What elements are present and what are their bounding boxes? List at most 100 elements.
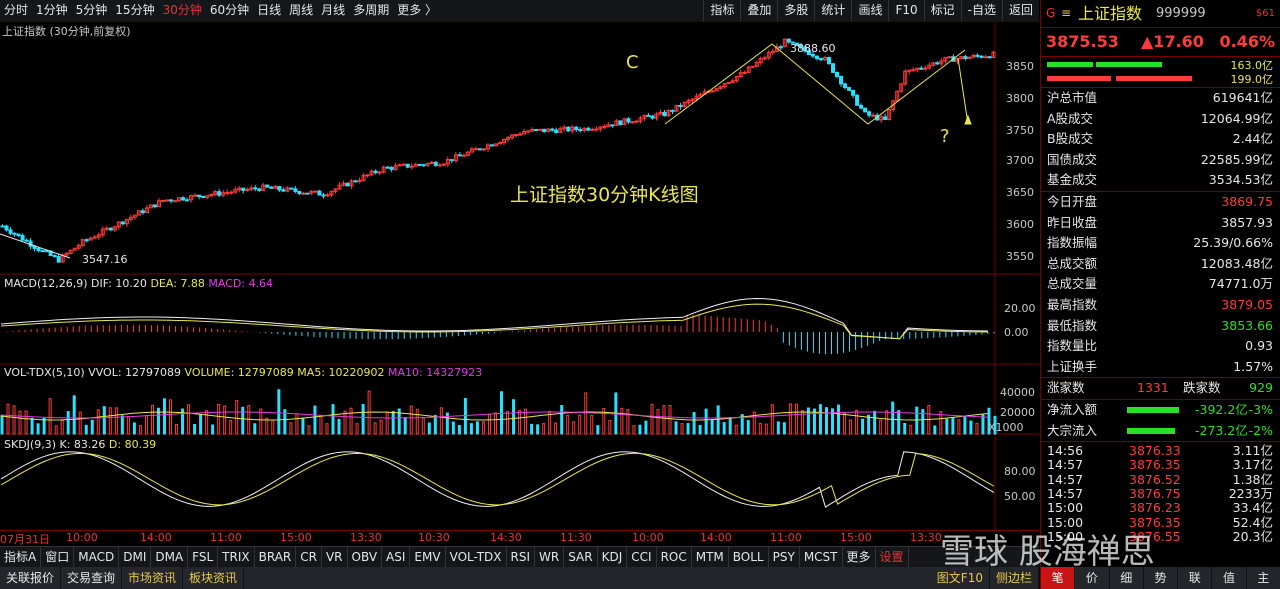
volume-bar xyxy=(379,419,383,435)
volume-bar xyxy=(361,403,365,435)
indicator-tab-22[interactable]: PSY xyxy=(769,547,800,567)
period-tab-9[interactable]: 多周期 xyxy=(349,0,393,21)
indicator-tab-21[interactable]: BOLL xyxy=(729,547,769,567)
period-tab-5[interactable]: 60分钟 xyxy=(206,0,253,21)
indicator-tab-8[interactable]: CR xyxy=(296,547,322,567)
indicator-tab-4[interactable]: DMA xyxy=(151,547,189,567)
time-axis-label: 07月31日 xyxy=(0,533,50,546)
candlestick-body xyxy=(289,187,294,190)
toolbar-right-8[interactable]: 返回 xyxy=(1001,0,1039,21)
volume-bar xyxy=(493,412,497,435)
period-tab-2[interactable]: 5分钟 xyxy=(72,0,112,21)
kline-chart-canvas[interactable] xyxy=(0,22,1039,530)
stat-label: 指数振幅 xyxy=(1047,235,1098,251)
volume-bar xyxy=(235,400,239,435)
tick-time: 15:00 xyxy=(1047,500,1084,516)
stat-row: 今日开盘 3869.75 xyxy=(1041,192,1280,213)
candlestick-body xyxy=(301,192,306,195)
period-tab-6[interactable]: 日线 xyxy=(253,0,285,21)
toolbar-right-7[interactable]: -自选 xyxy=(960,0,1002,21)
volume-bar xyxy=(0,415,4,435)
volume-bar xyxy=(144,414,148,435)
indicator-tab-14[interactable]: RSI xyxy=(507,547,536,567)
buy-sell-volume-bars: 163.0亿 199.0亿 xyxy=(1041,57,1280,88)
indicator-tab-0[interactable]: 指标A xyxy=(0,547,42,567)
indicator-tab-20[interactable]: MTM xyxy=(692,547,729,567)
indicator-tab-5[interactable]: FSL xyxy=(188,547,219,567)
candlestick-body xyxy=(578,129,583,132)
index-tag: $61 xyxy=(1255,8,1275,19)
volume-bar xyxy=(84,424,88,435)
toolbar-right-3[interactable]: 统计 xyxy=(814,0,851,21)
toolbar-right-5[interactable]: F10 xyxy=(888,0,923,21)
toolbar-right-1[interactable]: 叠加 xyxy=(740,0,777,21)
tick-price: 3876.35 xyxy=(1129,457,1181,473)
vol-axis-label: 40000 xyxy=(1000,386,1035,399)
price-row: 3875.53 ▲17.60 0.46% xyxy=(1041,28,1280,57)
time-axis: 07月31日 10:00 14:00 11:00 15:00 13:30 10:30 14:3… xyxy=(0,530,1039,546)
volume-bar xyxy=(897,410,901,435)
candlestick-body xyxy=(461,154,466,157)
sell-volume-bar-2 xyxy=(1116,76,1192,81)
indicator-tab-9[interactable]: VR xyxy=(322,547,348,567)
volume-bar xyxy=(162,398,166,435)
candlestick-body xyxy=(169,199,174,202)
indicator-tab-7[interactable]: BRAR xyxy=(255,547,297,567)
period-tab-8[interactable]: 月线 xyxy=(317,0,349,21)
candlestick-body xyxy=(975,54,980,57)
period-tab-7[interactable]: 周线 xyxy=(285,0,317,21)
volume-bar xyxy=(373,422,377,435)
volume-bar xyxy=(289,422,293,435)
stat-label: 国债成交 xyxy=(1047,151,1098,167)
volume-bar xyxy=(728,416,732,435)
indicator-tab-23[interactable]: MCST xyxy=(800,547,843,567)
period-tab-10[interactable]: 更多 〉 xyxy=(393,0,441,21)
menu-icon[interactable]: ≡ xyxy=(1061,0,1071,27)
indicator-tab-24[interactable]: 更多 xyxy=(843,547,876,567)
toolbar-right-6[interactable]: 标记 xyxy=(923,0,961,21)
candlestick-body xyxy=(574,126,579,131)
bottom-tab-3[interactable]: 板块资讯 xyxy=(183,567,245,589)
volume-bar xyxy=(788,403,792,435)
toolbar-right-4[interactable]: 画线 xyxy=(851,0,888,21)
side-footer-tab-6[interactable]: 主 xyxy=(1247,567,1280,589)
indicator-tab-17[interactable]: KDJ xyxy=(598,547,628,567)
price-axis-label: 3550 xyxy=(1006,250,1034,263)
indicator-tab-2[interactable]: MACD xyxy=(74,547,120,567)
price-axis-label: 3700 xyxy=(1006,154,1034,167)
candlestick-body xyxy=(353,180,358,183)
toolbar-right-0[interactable]: 指标 xyxy=(703,0,740,21)
indicator-tab-12[interactable]: EMV xyxy=(410,547,446,567)
candlestick-body xyxy=(670,109,675,112)
indicator-tab-11[interactable]: ASI xyxy=(382,547,411,567)
indicator-tab-19[interactable]: ROC xyxy=(657,547,692,567)
toolbar-right-2[interactable]: 多股 xyxy=(777,0,814,21)
indicator-tab-10[interactable]: OBV xyxy=(348,547,383,567)
volume-bar xyxy=(325,423,329,435)
indicator-tab-18[interactable]: CCI xyxy=(627,547,657,567)
bottom-tab-1[interactable]: 交易查询 xyxy=(61,567,123,589)
candlestick-body xyxy=(160,199,165,202)
candlestick-body xyxy=(947,56,952,59)
bottom-tab-0[interactable]: 关联报价 xyxy=(0,567,62,589)
period-tab-1[interactable]: 1分钟 xyxy=(32,0,72,21)
indicator-tab-3[interactable]: DMI xyxy=(119,547,152,567)
period-tab-4[interactable]: 30分钟 xyxy=(159,0,206,21)
bottom-tab-2[interactable]: 市场资讯 xyxy=(122,567,184,589)
indicator-tab-15[interactable]: WR xyxy=(535,547,565,567)
volume-bar xyxy=(885,410,889,435)
side-footer-tab-4[interactable]: 联 xyxy=(1178,567,1213,589)
candlestick-body xyxy=(8,229,13,234)
volume-bar xyxy=(518,410,522,435)
indicator-tab-25[interactable]: 设置 xyxy=(876,547,909,567)
period-tab-0[interactable]: 分时 xyxy=(0,0,32,21)
indicator-tab-13[interactable]: VOL-TDX xyxy=(446,547,507,567)
indicator-tab-6[interactable]: TRIX xyxy=(218,547,255,567)
side-footer-tab-5[interactable]: 值 xyxy=(1212,567,1247,589)
indicator-tab-1[interactable]: 窗口 xyxy=(41,547,75,567)
period-tab-3[interactable]: 15分钟 xyxy=(111,0,158,21)
volume-bar xyxy=(66,411,70,435)
macd-axis-label: 20.00 xyxy=(1004,302,1036,315)
volume-bar xyxy=(686,423,690,435)
indicator-tab-16[interactable]: SAR xyxy=(564,547,598,567)
